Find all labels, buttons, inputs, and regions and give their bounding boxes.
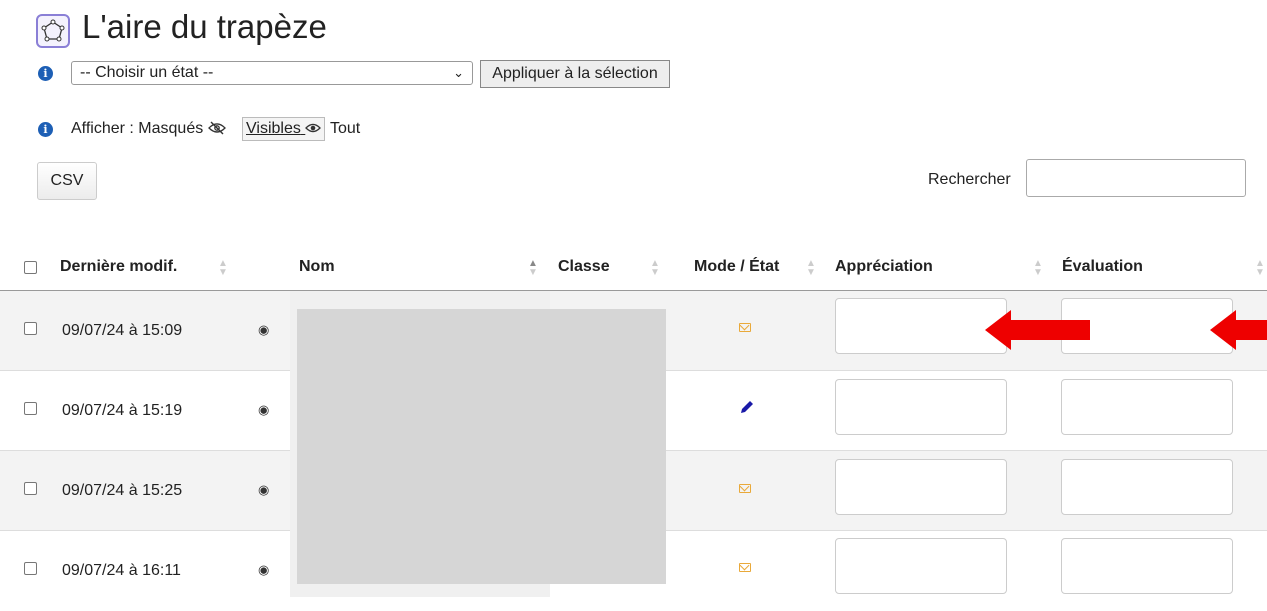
- search-label: Rechercher: [928, 171, 1011, 188]
- column-header-date[interactable]: Dernière modif.: [60, 258, 177, 276]
- redacted-area: [297, 309, 666, 584]
- chevron-down-icon: ⌄: [453, 65, 464, 80]
- envelope-icon[interactable]: [739, 323, 751, 332]
- sort-icon[interactable]: ▲ ▼: [528, 259, 538, 278]
- sort-icon[interactable]: ▲ ▼: [806, 259, 816, 278]
- all-filter-link[interactable]: Tout: [330, 120, 360, 138]
- info-icon[interactable]: i: [38, 66, 53, 81]
- evaluation-input[interactable]: [1061, 379, 1233, 435]
- column-header-mode[interactable]: Mode / État: [694, 258, 779, 276]
- visible-filter-button[interactable]: Visibles: [242, 117, 326, 141]
- red-arrow-icon: [1210, 310, 1267, 350]
- eye-icon[interactable]: ◉: [258, 562, 269, 578]
- polygon-activity-icon: [36, 14, 70, 48]
- appreciation-input[interactable]: [835, 538, 1007, 594]
- row-checkbox[interactable]: [24, 402, 37, 415]
- sort-icon[interactable]: ▲ ▼: [218, 259, 228, 278]
- visible-label: Visibles: [246, 120, 301, 137]
- state-select-value: -- Choisir un état --: [80, 64, 214, 81]
- eye-icon[interactable]: ◉: [258, 402, 269, 418]
- select-all-checkbox[interactable]: [24, 261, 37, 274]
- row-checkbox[interactable]: [24, 562, 37, 575]
- search-input[interactable]: [1026, 159, 1246, 197]
- appreciation-input[interactable]: [835, 459, 1007, 515]
- csv-export-button[interactable]: CSV: [37, 162, 97, 200]
- page-title: L'aire du trapèze: [82, 8, 327, 45]
- row-date: 09/07/24 à 15:25: [62, 482, 183, 499]
- red-arrow-icon: [985, 310, 1090, 350]
- eye-icon: [305, 123, 322, 133]
- pencil-icon[interactable]: [738, 398, 756, 416]
- appreciation-input[interactable]: [835, 379, 1007, 435]
- row-date: 09/07/24 à 16:11: [62, 562, 181, 579]
- state-select[interactable]: -- Choisir un état -- ⌄: [71, 61, 473, 85]
- info-icon[interactable]: i: [38, 122, 53, 137]
- sort-icon[interactable]: ▲ ▼: [650, 259, 660, 278]
- show-hidden-filter[interactable]: Afficher : Masqués: [71, 120, 226, 138]
- column-header-name[interactable]: Nom: [299, 258, 335, 276]
- evaluation-input[interactable]: [1061, 459, 1233, 515]
- row-checkbox[interactable]: [24, 482, 37, 495]
- row-date: 09/07/24 à 15:19: [62, 402, 183, 419]
- sort-icon[interactable]: ▲ ▼: [1033, 259, 1043, 278]
- row-date: 09/07/24 à 15:09: [62, 322, 183, 339]
- eye-icon[interactable]: ◉: [258, 482, 269, 498]
- evaluation-input[interactable]: [1061, 538, 1233, 594]
- envelope-icon[interactable]: [739, 484, 751, 493]
- column-header-class[interactable]: Classe: [558, 258, 610, 276]
- row-checkbox[interactable]: [24, 322, 37, 335]
- eye-slash-icon: [207, 121, 226, 135]
- apply-selection-button[interactable]: Appliquer à la sélection: [480, 60, 670, 88]
- column-header-appreciation[interactable]: Appréciation: [835, 258, 933, 276]
- show-label: Afficher : Masqués: [71, 120, 204, 137]
- envelope-icon[interactable]: [739, 563, 751, 572]
- sort-icon[interactable]: ▲ ▼: [1255, 259, 1265, 278]
- appreciation-input[interactable]: [835, 298, 1007, 354]
- column-header-evaluation[interactable]: Évaluation: [1062, 258, 1143, 276]
- eye-icon[interactable]: ◉: [258, 322, 269, 338]
